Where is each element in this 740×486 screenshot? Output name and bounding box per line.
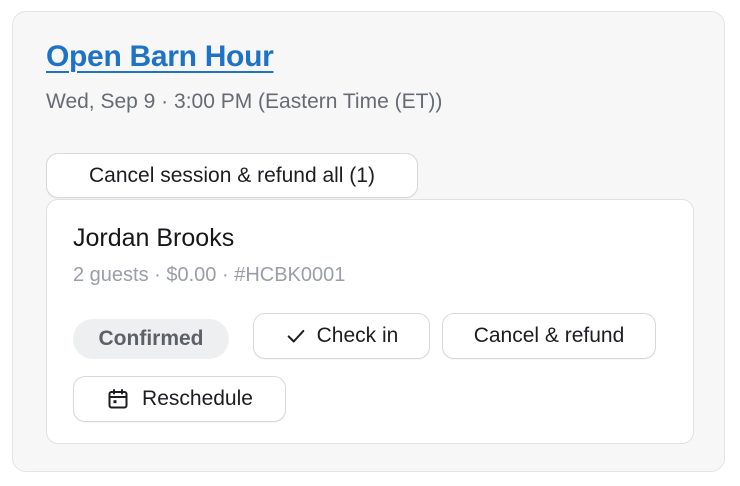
cancel-session-label: Cancel session & refund all (1): [89, 163, 375, 187]
booking-meta: 2 guests · $0.00 · #HCBK0001: [73, 264, 346, 286]
calendar-icon: [106, 387, 130, 411]
check-in-button[interactable]: Check in: [253, 313, 430, 359]
session-title-link[interactable]: Open Barn Hour: [46, 40, 274, 74]
booking-card: Jordan Brooks 2 guests · $0.00 · #HCBK00…: [46, 199, 694, 444]
cancel-refund-button[interactable]: Cancel & refund: [442, 313, 656, 359]
check-icon: [285, 325, 307, 347]
reschedule-button[interactable]: Reschedule: [73, 376, 286, 422]
cancel-refund-label: Cancel & refund: [473, 324, 625, 347]
session-datetime: Wed, Sep 9 · 3:00 PM (Eastern Time (ET)): [46, 90, 443, 113]
cancel-session-refund-all-button[interactable]: Cancel session & refund all (1): [46, 153, 418, 198]
reschedule-label: Reschedule: [142, 387, 253, 410]
status-badge: Confirmed: [73, 319, 229, 359]
guest-name: Jordan Brooks: [73, 224, 235, 252]
check-in-label: Check in: [316, 324, 399, 347]
